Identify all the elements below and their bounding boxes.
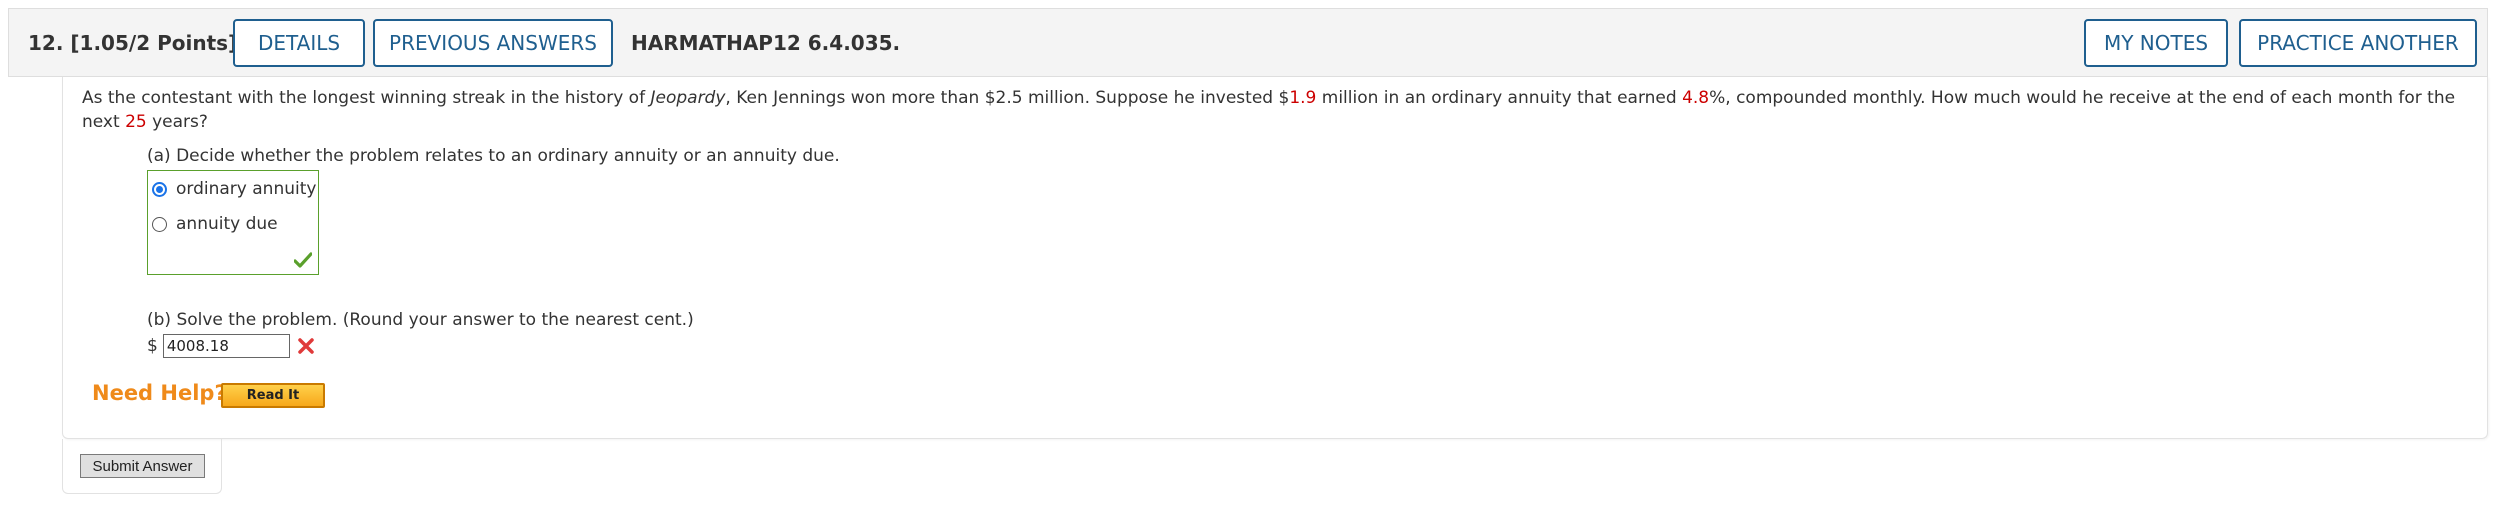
question-header: 12. [1.05/2 Points] DETAILS PREVIOUS ANS… bbox=[8, 8, 2488, 77]
need-help-label: Need Help? bbox=[92, 381, 227, 405]
part-a-radio-group: ordinary annuity annuity due bbox=[147, 170, 319, 275]
read-it-button[interactable]: Read It bbox=[221, 383, 325, 408]
question-code: HARMATHAP12 6.4.035. bbox=[631, 31, 901, 55]
radio-button-selected[interactable] bbox=[152, 181, 167, 197]
question-text-part: years? bbox=[146, 112, 208, 132]
incorrect-x-icon bbox=[298, 338, 314, 354]
question-text: As the contestant with the longest winni… bbox=[82, 86, 2462, 134]
question-text-part: million in an ordinary annuity that earn… bbox=[1316, 88, 1683, 108]
currency-symbol: $ bbox=[147, 336, 158, 356]
amount-value: 1.9 bbox=[1289, 88, 1317, 108]
question-number: 12. bbox=[28, 31, 64, 55]
question-text-part: As the contestant with the longest winni… bbox=[82, 88, 651, 108]
question-points: [1.05/2 Points] bbox=[70, 31, 238, 55]
practice-another-button[interactable]: PRACTICE ANOTHER bbox=[2239, 19, 2477, 67]
submit-answer-button[interactable]: Submit Answer bbox=[80, 454, 205, 478]
correct-check-icon bbox=[294, 252, 312, 268]
option-label: ordinary annuity bbox=[176, 179, 317, 199]
previous-answers-button[interactable]: PREVIOUS ANSWERS bbox=[373, 19, 613, 67]
question-text-part: , Ken Jennings won more than $2.5 millio… bbox=[725, 88, 1290, 108]
part-a-prompt: (a) Decide whether the problem relates t… bbox=[147, 146, 840, 166]
option-annuity-due[interactable]: annuity due bbox=[152, 214, 278, 234]
option-ordinary-annuity[interactable]: ordinary annuity bbox=[152, 179, 316, 199]
years-value: 25 bbox=[125, 112, 147, 132]
question-number-points: 12. [1.05/2 Points] bbox=[28, 31, 237, 55]
part-b-answer-row: $ bbox=[147, 334, 315, 358]
part-b-prompt: (b) Solve the problem. (Round your answe… bbox=[147, 310, 694, 330]
question-text-italic: Jeopardy bbox=[650, 88, 726, 108]
option-label: annuity due bbox=[176, 214, 278, 234]
answer-input[interactable] bbox=[162, 334, 290, 358]
radio-button[interactable] bbox=[152, 216, 167, 232]
rate-value: 4.8 bbox=[1682, 88, 1710, 108]
my-notes-button[interactable]: MY NOTES bbox=[2084, 19, 2228, 67]
details-button[interactable]: DETAILS bbox=[233, 19, 365, 67]
